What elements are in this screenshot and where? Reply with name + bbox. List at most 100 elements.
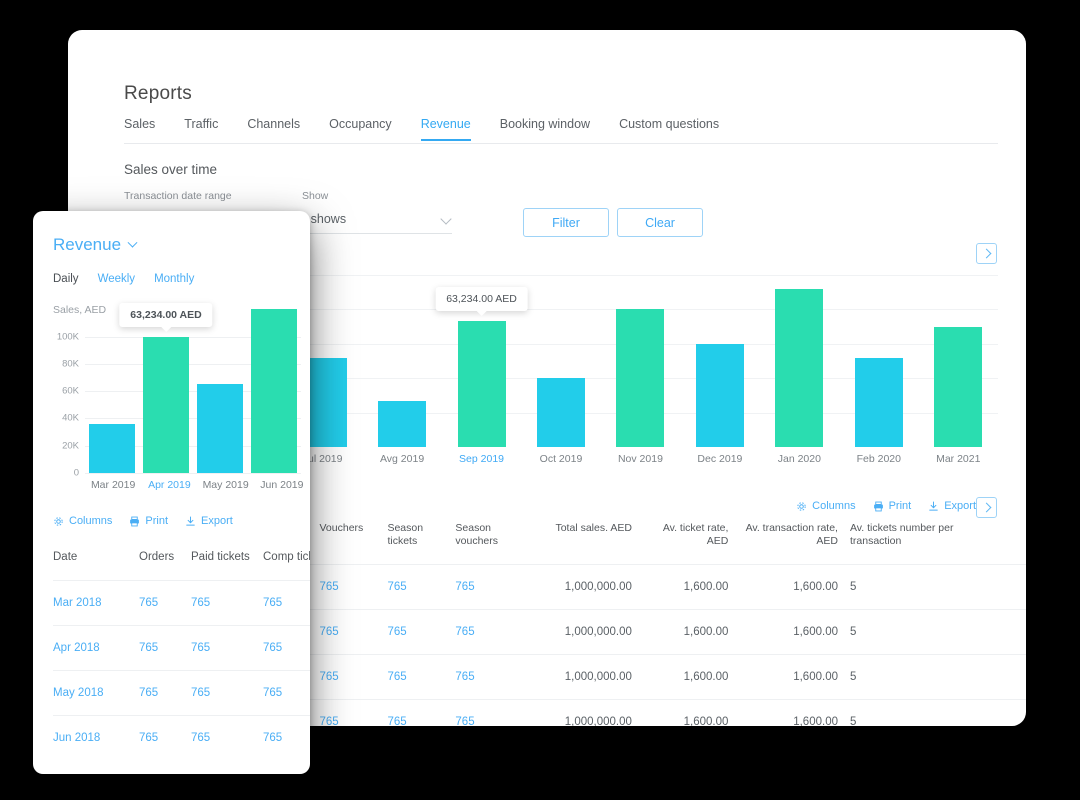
overlay-bar-column[interactable] — [193, 323, 247, 473]
chart-next-page-button[interactable] — [976, 243, 997, 264]
table-cell[interactable]: 765 — [314, 565, 382, 610]
show-select[interactable]: 'l shows — [302, 212, 452, 234]
overlay-columns-button[interactable]: Columns — [53, 515, 112, 527]
chart-bar[interactable] — [616, 309, 664, 447]
overlay-x-label[interactable]: Jun 2019 — [254, 479, 310, 491]
show-field[interactable]: Show 'l shows — [302, 190, 452, 234]
overlay-table-cell[interactable]: Mar 2018 — [53, 581, 139, 626]
tab-booking-window[interactable]: Booking window — [500, 117, 607, 140]
overlay-period-weekly[interactable]: Weekly — [98, 273, 136, 285]
overlay-x-label[interactable]: May 2019 — [198, 479, 254, 491]
table-cell[interactable]: 765 — [381, 565, 449, 610]
overlay-table-cell[interactable]: Jun 2018 — [53, 716, 139, 761]
overlay-column-header[interactable]: Orders — [139, 551, 191, 581]
table-cell[interactable]: 765 — [449, 610, 521, 655]
chart-bar-column[interactable] — [362, 275, 441, 447]
table-cell[interactable]: 765 — [314, 700, 382, 726]
table-cell: 1,600.00 — [638, 565, 734, 610]
overlay-bar-column[interactable] — [85, 323, 139, 473]
columns-button[interactable]: Columns — [796, 500, 855, 512]
chart-x-label[interactable]: Mar 2021 — [919, 453, 998, 465]
chart-bar-column[interactable]: 63,234.00 AED — [442, 275, 521, 447]
print-button[interactable]: Print — [873, 500, 912, 512]
tab-custom-questions[interactable]: Custom questions — [619, 117, 736, 140]
column-header[interactable]: Av. ticket rate, AED — [638, 522, 734, 565]
overlay-print-button[interactable]: Print — [129, 515, 168, 527]
overlay-table-cell[interactable]: 765 — [191, 626, 263, 671]
overlay-table-cell[interactable]: 765 — [139, 626, 191, 671]
overlay-export-button[interactable]: Export — [185, 515, 233, 527]
overlay-x-label[interactable]: Apr 2019 — [141, 479, 197, 491]
column-header[interactable]: Av. transaction rate, AED — [734, 522, 844, 565]
chart-bar[interactable] — [855, 358, 903, 447]
chart-bar[interactable] — [458, 321, 506, 447]
chart-bar[interactable] — [696, 344, 744, 447]
overlay-print-label: Print — [145, 515, 168, 527]
table-cell[interactable]: 765 — [449, 565, 521, 610]
chart-x-label[interactable]: Avg 2019 — [362, 453, 441, 465]
chart-bar-column[interactable] — [521, 275, 600, 447]
overlay-table-cell[interactable]: 765 — [139, 671, 191, 716]
chart-bar-column[interactable] — [680, 275, 759, 447]
column-header[interactable]: Total sales. AED — [522, 522, 638, 565]
column-header[interactable]: Av. tickets number per transaction — [844, 522, 976, 565]
chart-x-label[interactable]: Dec 2019 — [680, 453, 759, 465]
table-cell[interactable]: 765 — [449, 700, 521, 726]
chart-x-label[interactable]: Sep 2019 — [442, 453, 521, 465]
table-cell[interactable]: 765 — [449, 655, 521, 700]
table-cell[interactable]: 765 — [314, 610, 382, 655]
table-cell[interactable]: 765 — [381, 655, 449, 700]
tab-traffic[interactable]: Traffic — [184, 117, 235, 140]
table-cell[interactable]: 765 — [314, 655, 382, 700]
column-header[interactable]: Season tickets — [381, 522, 449, 565]
clear-button[interactable]: Clear — [617, 208, 703, 237]
chart-x-label[interactable]: Nov 2019 — [601, 453, 680, 465]
chart-bar-column[interactable] — [760, 275, 839, 447]
overlay-bar-column[interactable] — [247, 323, 301, 473]
export-button[interactable]: Export — [928, 500, 976, 512]
overlay-bar-column[interactable]: 63,234.00 AED — [139, 323, 193, 473]
overlay-chart-bar[interactable] — [143, 337, 189, 473]
tab-channels[interactable]: Channels — [247, 117, 317, 140]
tab-revenue[interactable]: Revenue — [421, 117, 488, 140]
chart-x-label[interactable]: Oct 2019 — [521, 453, 600, 465]
overlay-table-cell[interactable]: 765 — [263, 671, 310, 716]
chart-bar[interactable] — [775, 289, 823, 447]
overlay-table-cell[interactable]: Apr 2018 — [53, 626, 139, 671]
overlay-table-cell[interactable]: 765 — [263, 581, 310, 626]
overlay-table-cell[interactable]: 765 — [191, 581, 263, 626]
overlay-title-dropdown[interactable]: Revenue — [53, 235, 136, 255]
overlay-table-cell[interactable]: 765 — [139, 581, 191, 626]
filter-button[interactable]: Filter — [523, 208, 609, 237]
chart-bar-column[interactable] — [919, 275, 998, 447]
chart-bar[interactable] — [378, 401, 426, 447]
table-cell[interactable]: 765 — [381, 610, 449, 655]
overlay-column-header[interactable]: Paid tickets — [191, 551, 263, 581]
overlay-chart-bar[interactable] — [251, 309, 297, 473]
chart-x-label[interactable]: Jan 2020 — [760, 453, 839, 465]
chart-bar-column[interactable] — [601, 275, 680, 447]
overlay-table-cell[interactable]: 765 — [263, 716, 310, 761]
overlay-column-header[interactable]: Comp tickets — [263, 551, 310, 581]
chart-bar[interactable] — [537, 378, 585, 447]
tab-occupancy[interactable]: Occupancy — [329, 117, 409, 140]
overlay-chart-bar[interactable] — [89, 424, 135, 473]
table-next-page-button[interactable] — [976, 497, 997, 518]
chart-bar[interactable] — [934, 327, 982, 447]
overlay-table-cell[interactable]: 765 — [191, 716, 263, 761]
overlay-table-cell[interactable]: 765 — [191, 671, 263, 716]
overlay-period-monthly[interactable]: Monthly — [154, 273, 194, 285]
chart-x-label[interactable]: Feb 2020 — [839, 453, 918, 465]
chart-bar-column[interactable] — [839, 275, 918, 447]
table-cell[interactable]: 765 — [381, 700, 449, 726]
overlay-column-header[interactable]: Date — [53, 551, 139, 581]
overlay-table-cell[interactable]: 765 — [139, 716, 191, 761]
overlay-x-label[interactable]: Mar 2019 — [85, 479, 141, 491]
column-header[interactable]: Season vouchers — [449, 522, 521, 565]
overlay-table-cell[interactable]: May 2018 — [53, 671, 139, 716]
tab-sales[interactable]: Sales — [124, 117, 172, 140]
overlay-period-daily[interactable]: Daily — [53, 273, 79, 285]
overlay-table-cell[interactable]: 765 — [263, 626, 310, 671]
overlay-chart-bar[interactable] — [197, 384, 243, 473]
column-header[interactable]: Vouchers — [314, 522, 382, 565]
